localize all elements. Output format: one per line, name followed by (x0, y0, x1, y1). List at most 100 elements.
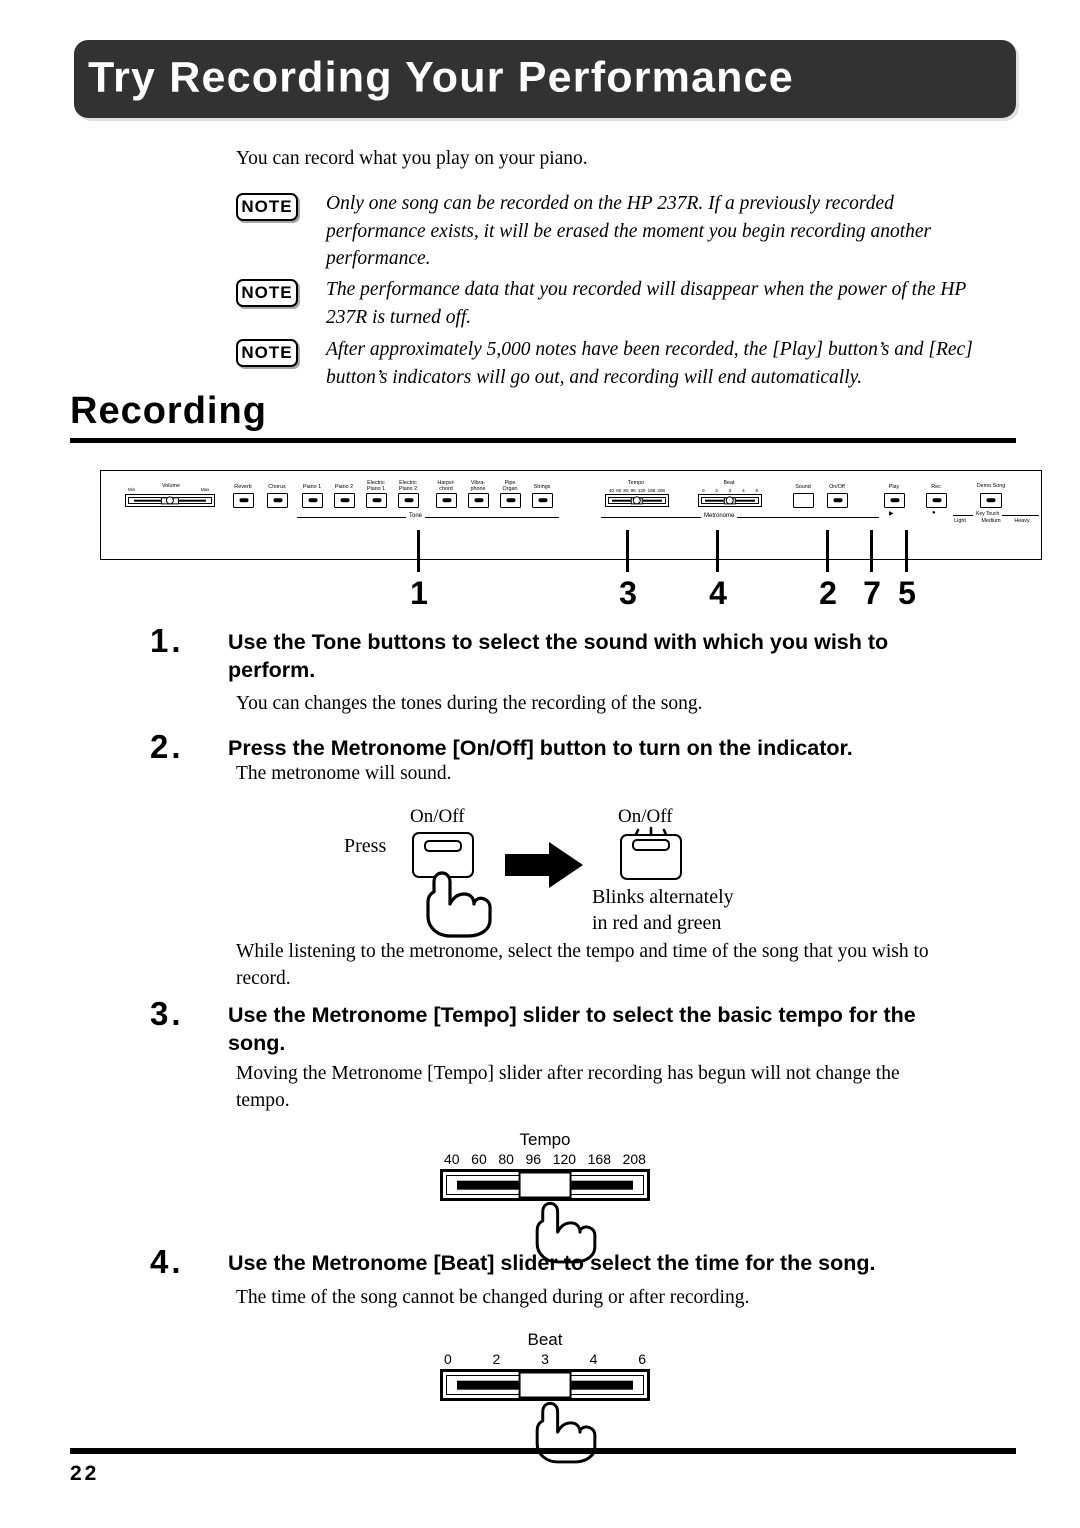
tone-button-label-1: Piano 1 (302, 484, 322, 490)
volume-slider[interactable] (125, 494, 215, 507)
sound-button[interactable] (793, 493, 814, 508)
callout-leader-1 (417, 530, 420, 572)
play-symbol-icon: ▶ (889, 511, 894, 517)
callout-leader-5 (905, 530, 908, 572)
tone-button-label-4b: Piano 2 (398, 486, 418, 492)
panel-tempo-tick-5: 168 (647, 488, 656, 493)
tone-button-electric-piano-1[interactable] (366, 493, 387, 508)
step-number-1: 1. (150, 622, 184, 659)
demo-song-button[interactable] (980, 493, 1002, 508)
step-number-4: 4. (150, 1243, 184, 1280)
panel-tempo-tick-1: 60 (616, 488, 622, 493)
volume-label: Volume (162, 483, 180, 489)
chorus-button[interactable] (267, 493, 288, 508)
tempo-tick-1: 60 (471, 1151, 487, 1167)
piano-panel-diagram: Min Volume Max Reverb Chorus Piano 1 Pia… (100, 470, 1042, 560)
tone-button-harpsichord[interactable] (436, 493, 457, 508)
onoff-button-label: On/Off (829, 484, 845, 490)
rec-button[interactable] (926, 493, 947, 508)
step-title-3: Use the Metronome [Tempo] slider to sele… (228, 1003, 916, 1056)
footer-rule (70, 1448, 1016, 1454)
onoff-figure-button-right[interactable] (620, 834, 682, 880)
key-touch-label: Key Touch (973, 511, 1003, 517)
tone-button-piano-1[interactable] (302, 493, 323, 508)
beat-tick-3: 4 (589, 1351, 598, 1367)
note-block-2: NOTE The performance data that you recor… (236, 276, 981, 331)
tempo-tick-2: 80 (498, 1151, 514, 1167)
play-button-label: Play (888, 484, 900, 490)
callout-leader-4 (716, 530, 719, 572)
play-button[interactable] (884, 493, 905, 508)
callout-leader-3 (626, 530, 629, 572)
tempo-tick-5: 168 (587, 1151, 611, 1167)
chorus-button-label: Chorus (268, 484, 286, 490)
tempo-tick-0: 40 (444, 1151, 460, 1167)
beat-slider-figure: Beat 0 2 3 4 6 (440, 1330, 650, 1464)
beat-figure-title: Beat (527, 1330, 563, 1349)
demo-song-button-label: Demo Song (976, 483, 1006, 489)
tempo-slider-label: Tempo (627, 480, 645, 486)
callout-number-5: 5 (898, 575, 916, 611)
beat-slider[interactable] (698, 494, 762, 507)
callout-number-7: 7 (863, 575, 881, 611)
tone-button-pipe-organ[interactable] (500, 493, 521, 508)
step-body-3: Moving the Metronome [Tempo] slider afte… (236, 1063, 900, 1112)
step-title-4: Use the Metronome [Beat] slider to selec… (228, 1251, 876, 1275)
tempo-scale: 40 60 80 96 120 168 208 (609, 488, 665, 493)
beat-tick-2: 3 (541, 1351, 549, 1367)
panel-beat-tick-0: 0 (702, 488, 705, 493)
tempo-slider-figure: Tempo 40 60 80 96 120 168 208 (440, 1130, 650, 1264)
note-badge-icon: NOTE (236, 279, 298, 307)
note-text-3: After approximately 5,000 notes have bee… (326, 339, 973, 388)
panel-tempo-tick-4: 120 (637, 488, 646, 493)
section-rule (70, 438, 1016, 443)
metronome-group-label: Metronome (701, 513, 738, 519)
key-touch-option-medium: Medium (981, 518, 1001, 524)
tone-group-underline (297, 517, 559, 518)
step-body-2: The metronome will sound. (236, 763, 452, 784)
step-body-1: You can changes the tones during the rec… (236, 693, 703, 714)
panel-tempo-tick-3: 96 (630, 488, 636, 493)
step-number-2: 2. (150, 728, 184, 765)
callout-leader-7 (870, 530, 873, 572)
panel-beat-tick-4: 6 (755, 488, 758, 493)
panel-beat-tick-1: 2 (715, 488, 718, 493)
key-touch-option-light: Light (954, 518, 966, 524)
beat-scale: 0 2 3 4 6 (702, 488, 758, 493)
intro-paragraph: You can record what you play on your pia… (236, 148, 588, 169)
note-block-1: NOTE Only one song can be recorded on th… (236, 190, 981, 273)
tone-button-electric-piano-2[interactable] (398, 493, 419, 508)
tempo-figure-title: Tempo (519, 1130, 571, 1149)
step-number-3: 3. (150, 995, 184, 1032)
blink-result-line-1: Blinks alternately (592, 886, 734, 908)
step-body-4: The time of the song cannot be changed d… (236, 1287, 750, 1308)
tone-button-label-5b: chord (439, 486, 453, 492)
section-heading: Recording (70, 390, 267, 432)
onoff-button[interactable] (827, 493, 848, 508)
tempo-slider[interactable] (605, 494, 669, 507)
beat-tick-1: 2 (492, 1351, 501, 1367)
note-text-1: Only one song can be recorded on the HP … (326, 193, 932, 270)
pressing-hand-icon (426, 871, 492, 938)
page-title: Try Recording Your Performance (88, 53, 794, 102)
callout-number-4: 4 (709, 575, 727, 611)
tone-button-label-6b: phone (470, 486, 486, 492)
tone-button-piano-2[interactable] (334, 493, 355, 508)
tempo-tick-6: 208 (622, 1151, 646, 1167)
panel-beat-tick-3: 4 (742, 488, 745, 493)
tone-button-vibraphone[interactable] (468, 493, 489, 508)
interlude-paragraph: While listening to the metronome, select… (236, 941, 929, 990)
beat-figure-scale: 0 2 3 4 6 (440, 1351, 650, 1367)
tone-button-label-8: Strings (533, 484, 551, 490)
beat-tick-4: 6 (638, 1351, 646, 1367)
reverb-button[interactable] (233, 493, 254, 508)
onoff-figure-label-right: On/Off (618, 806, 673, 827)
beat-slider-label: Beat (723, 480, 735, 486)
tone-button-strings[interactable] (532, 493, 553, 508)
press-label: Press (344, 835, 387, 857)
tempo-tick-4: 120 (552, 1151, 577, 1167)
key-touch-option-heavy: Heavy (1014, 518, 1030, 524)
metronome-group-underline (601, 517, 879, 518)
note-text-2: The performance data that you recorded w… (326, 279, 966, 328)
onoff-figure-label-left: On/Off (410, 806, 465, 827)
